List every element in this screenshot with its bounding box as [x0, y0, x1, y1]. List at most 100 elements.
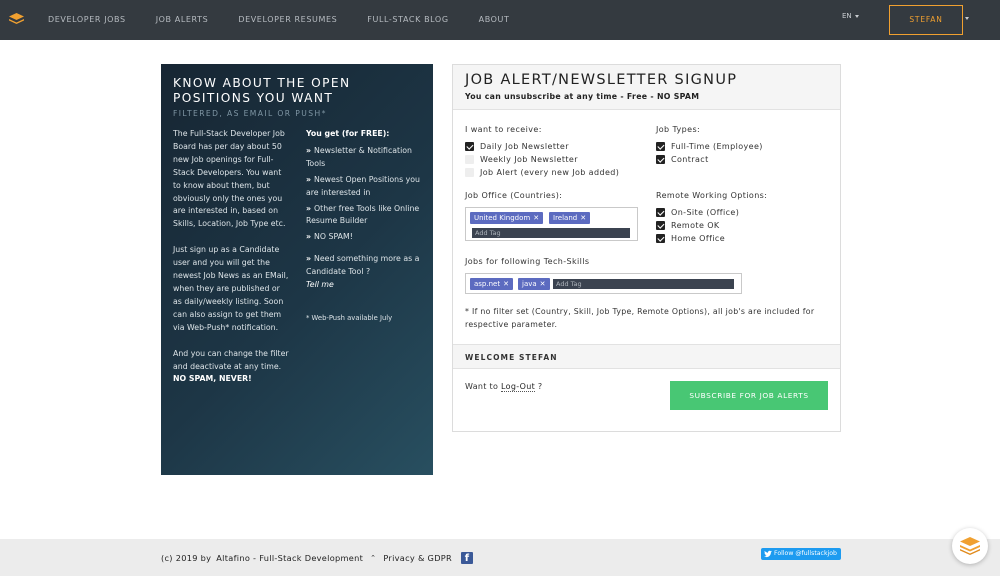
checkbox-daily-newsletter[interactable]: Daily Job Newsletter	[465, 142, 569, 151]
privacy-link[interactable]: Privacy & GDPR	[383, 553, 452, 563]
logout-suffix: ?	[537, 382, 543, 391]
promo-subtitle: Filtered, as email or push*	[173, 109, 327, 118]
tag-label: Ireland	[553, 214, 578, 222]
company-link[interactable]: Altafino - Full-Stack Development	[216, 553, 363, 563]
language-dropdown[interactable]: EN	[842, 12, 859, 20]
office-label: Job Office (Countries):	[465, 191, 563, 200]
checkbox-checked-icon[interactable]	[656, 142, 665, 151]
checkbox-checked-icon[interactable]	[656, 221, 665, 230]
checkbox-weekly-newsletter[interactable]: Weekly Job Newsletter	[465, 155, 578, 164]
checkbox-full-time[interactable]: Full-Time (Employee)	[656, 142, 763, 151]
benefit-text: NO SPAM!	[314, 232, 353, 242]
tag-united-kingdom[interactable]: United Kingdom ✕	[470, 212, 544, 224]
receive-label: I want to receive:	[465, 125, 542, 134]
web-push-footnote: * Web-Push available July	[306, 313, 393, 322]
benefits-heading: You get (for FREE):	[306, 129, 390, 138]
double-chevron-right-icon: »	[306, 145, 312, 155]
benefit-item: » Newsletter & Notification Tools	[306, 145, 426, 171]
benefit-item: » Need something more as a Candidate Tool…	[306, 253, 426, 292]
facebook-icon[interactable]: f	[461, 552, 474, 564]
checkbox-on-site[interactable]: On-Site (Office)	[656, 208, 739, 217]
promo-panel: Know about the open positions you want F…	[161, 64, 433, 475]
checkbox-job-alert[interactable]: Job Alert (every new Job added)	[465, 168, 619, 177]
logout-link[interactable]: Log-Out	[501, 382, 536, 392]
skills-add-tag-field[interactable]: Add Tag	[553, 279, 734, 289]
chevron-down-icon	[854, 14, 859, 18]
signup-card: Job Alert/Newsletter Signup You can unsu…	[452, 64, 841, 432]
checkbox-label: On-Site (Office)	[671, 208, 740, 217]
checkbox-home-office[interactable]: Home Office	[656, 234, 725, 243]
promo-title: Know about the open positions you want	[173, 76, 351, 105]
welcome-text: Welcome Stefan	[465, 353, 558, 362]
nav-link-job-alerts[interactable]: Job Alerts	[141, 0, 224, 40]
welcome-bar: Welcome Stefan	[453, 344, 840, 369]
checkbox-checked-icon[interactable]	[465, 142, 474, 151]
tag-java[interactable]: java ✕	[518, 278, 550, 290]
double-chevron-right-icon: »	[306, 254, 312, 264]
logout-text: Want to Log-Out ?	[465, 382, 543, 392]
remote-label: Remote Working Options:	[656, 191, 768, 200]
checkbox-label: Remote OK	[671, 221, 720, 230]
footer: (c) 2019 by Altafino - Full-Stack Develo…	[0, 539, 1000, 576]
checkbox-label: Full-Time (Employee)	[671, 142, 763, 151]
skills-tag-input[interactable]: asp.net ✕ java ✕ Add Tag	[465, 273, 742, 294]
checkbox-unchecked-icon[interactable]	[465, 168, 474, 177]
nav-link-full-stack-blog[interactable]: Full-Stack Blog	[352, 0, 463, 40]
twitter-bird-icon	[764, 550, 772, 558]
office-tag-input[interactable]: United Kingdom ✕ Ireland ✕ Add Tag	[465, 207, 638, 241]
no-spam-notice: NO SPAM, NEVER!	[173, 374, 252, 384]
copyright-text: (c) 2019 by	[161, 553, 212, 563]
checkbox-checked-icon[interactable]	[656, 155, 665, 164]
chevron-up-icon: ⌃	[370, 554, 377, 562]
stack-logo-icon[interactable]	[9, 13, 24, 26]
double-chevron-right-icon: »	[306, 203, 312, 213]
checkbox-unchecked-icon[interactable]	[465, 155, 474, 164]
nav-link-about[interactable]: About	[464, 0, 525, 40]
twitter-follow-label: Follow @fullstackjob	[774, 550, 837, 557]
tell-me-link[interactable]: Tell me	[306, 280, 334, 289]
close-icon[interactable]: ✕	[503, 280, 509, 288]
twitter-follow-button[interactable]: Follow @fullstackjob	[761, 548, 841, 560]
floating-stack-button[interactable]	[952, 528, 988, 564]
benefit-text: Newsletter & Notification Tools	[306, 145, 412, 168]
checkbox-remote-ok[interactable]: Remote OK	[656, 221, 720, 230]
promo-description: The Full-Stack Developer Job Board has p…	[173, 128, 291, 399]
nav-link-developer-jobs[interactable]: Developer Jobs	[33, 0, 141, 40]
signup-header: Job Alert/Newsletter Signup You can unsu…	[453, 65, 840, 110]
language-label: EN	[842, 12, 852, 20]
stack-layers-icon	[960, 537, 980, 555]
benefit-text: Newest Open Positions you are interested…	[306, 174, 420, 197]
benefit-item: » NO SPAM!	[306, 231, 426, 244]
job-types-label: Job Types:	[656, 125, 701, 134]
checkbox-checked-icon[interactable]	[656, 208, 665, 217]
nav-links: Developer Jobs Job Alerts Developer Resu…	[33, 0, 524, 40]
checkbox-label: Job Alert (every new Job added)	[480, 168, 620, 177]
tag-ireland[interactable]: Ireland ✕	[549, 212, 591, 224]
subscribe-button[interactable]: Subscribe for Job Alerts	[670, 381, 828, 410]
signup-title: Job Alert/Newsletter Signup	[465, 72, 738, 88]
office-add-tag-field[interactable]: Add Tag	[472, 228, 630, 238]
checkbox-checked-icon[interactable]	[656, 234, 665, 243]
close-icon[interactable]: ✕	[580, 214, 586, 222]
checkbox-contract[interactable]: Contract	[656, 155, 709, 164]
chevron-down-icon[interactable]	[965, 17, 969, 20]
checkbox-label: Weekly Job Newsletter	[480, 155, 578, 164]
close-icon[interactable]: ✕	[540, 280, 546, 288]
benefit-item: » Newest Open Positions you are intereste…	[306, 174, 426, 200]
signup-subtitle: You can unsubscribe at any time - Free -…	[465, 92, 700, 101]
top-navbar: Developer Jobs Job Alerts Developer Resu…	[0, 0, 1000, 40]
user-menu-button[interactable]: STEFAN	[889, 5, 963, 35]
need-more-text: Need something more as a Candidate Tool …	[306, 254, 420, 277]
filter-note: * If no filter set (Country, Skill, Job …	[465, 307, 815, 329]
benefits-list: You get (for FREE): » Newsletter & Notifi…	[306, 128, 426, 325]
benefit-text: Other free Tools like Online Resume Buil…	[306, 203, 420, 226]
checkbox-label: Contract	[671, 155, 709, 164]
promo-paragraph-text: And you can change the filter and deacti…	[173, 348, 289, 371]
close-icon[interactable]: ✕	[533, 214, 539, 222]
tag-label: asp.net	[474, 280, 501, 288]
promo-paragraph: Just sign up as a Candidate user and you…	[173, 245, 289, 332]
nav-link-developer-resumes[interactable]: Developer Resumes	[223, 0, 352, 40]
logout-prefix: Want to	[465, 382, 499, 391]
tag-aspnet[interactable]: asp.net ✕	[470, 278, 513, 290]
benefit-item: » Other free Tools like Online Resume Bui…	[306, 203, 426, 229]
